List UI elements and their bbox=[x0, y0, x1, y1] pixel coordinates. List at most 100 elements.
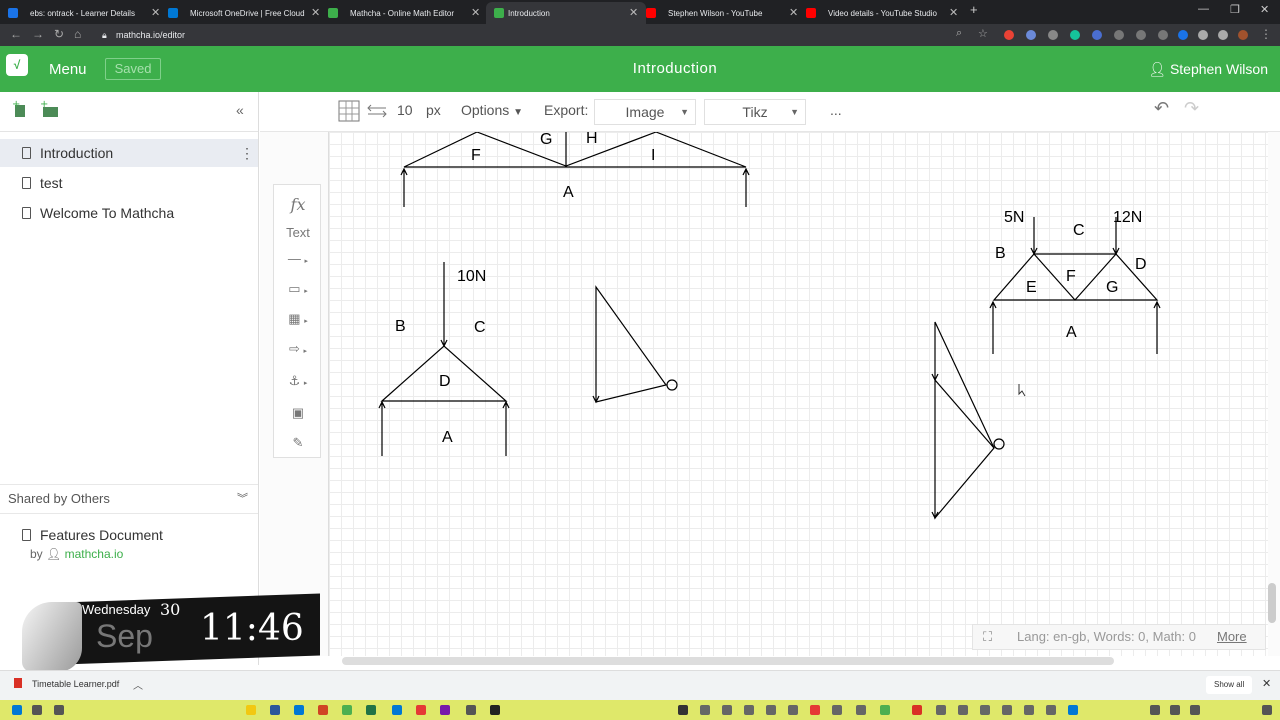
sidebar-item-welcome[interactable]: Welcome To Mathcha bbox=[0, 199, 258, 227]
download-filename[interactable]: Timetable Learner.pdf bbox=[32, 679, 119, 689]
tray-icon[interactable] bbox=[832, 705, 842, 715]
chevron-up-icon[interactable]: ︿ bbox=[133, 677, 143, 692]
search-icon[interactable] bbox=[32, 705, 42, 715]
tray-icon[interactable] bbox=[766, 705, 776, 715]
word-icon[interactable] bbox=[270, 705, 280, 715]
file-explorer-icon[interactable] bbox=[246, 705, 256, 715]
horizontal-scrollbar[interactable] bbox=[342, 657, 1114, 665]
profile-avatar[interactable] bbox=[1238, 30, 1248, 40]
tray-icon[interactable] bbox=[880, 705, 890, 715]
document-title[interactable]: Introduction bbox=[540, 60, 810, 77]
start-icon[interactable] bbox=[12, 705, 22, 715]
forward-icon[interactable]: → bbox=[32, 27, 44, 41]
tray-icon[interactable] bbox=[856, 705, 866, 715]
battery-icon[interactable] bbox=[1190, 705, 1200, 715]
tray-icon[interactable] bbox=[788, 705, 798, 715]
new-tab-button[interactable]: + bbox=[970, 2, 978, 17]
app-icon[interactable] bbox=[416, 705, 426, 715]
drawing-paper[interactable]: F G H I A 10N B C D A 5N 12N C B D F E G… bbox=[328, 132, 1268, 656]
sidebar-item-test[interactable]: test bbox=[0, 169, 258, 197]
shared-doc-features[interactable]: Features Document bbox=[0, 521, 258, 549]
rectangle-tool-icon[interactable]: ▭ ▸ bbox=[274, 281, 322, 297]
tray-icon[interactable] bbox=[810, 705, 820, 715]
grid-size-input[interactable]: 10 bbox=[397, 102, 413, 118]
close-tab-icon[interactable]: ✕ bbox=[471, 6, 480, 19]
menu-button[interactable]: Menu bbox=[49, 61, 87, 78]
close-download-bar-icon[interactable]: ✕ bbox=[1262, 677, 1271, 690]
export-tikz-select[interactable]: Tikz ▼ bbox=[704, 99, 806, 125]
onenote-icon[interactable] bbox=[440, 705, 450, 715]
tray-icon[interactable] bbox=[958, 705, 968, 715]
pencil-tool-icon[interactable]: ✎ bbox=[274, 435, 322, 451]
obs-icon[interactable] bbox=[490, 705, 500, 715]
bookmark-star-icon[interactable]: ☆ bbox=[978, 27, 988, 40]
zoom-icon[interactable]: ⌕ bbox=[956, 27, 962, 40]
collapse-sidebar-icon[interactable]: « bbox=[236, 102, 244, 118]
tray-icon[interactable] bbox=[744, 705, 754, 715]
more-status-link[interactable]: More bbox=[1217, 625, 1247, 649]
tray-icon[interactable] bbox=[912, 705, 922, 715]
volume-icon[interactable] bbox=[1170, 705, 1180, 715]
image-tool-icon[interactable]: ▣ bbox=[274, 405, 322, 421]
grid-toggle-icon[interactable] bbox=[338, 100, 360, 122]
new-document-icon[interactable]: + bbox=[12, 100, 30, 118]
undo-icon[interactable]: ↶ bbox=[1154, 98, 1169, 119]
fullscreen-icon[interactable]: ⛶ bbox=[983, 625, 992, 649]
browser-tab[interactable]: Stephen Wilson - YouTube ✕ bbox=[646, 2, 804, 24]
chevron-down-icon[interactable]: ︾ bbox=[237, 485, 248, 513]
extension-icon[interactable] bbox=[1136, 30, 1146, 40]
export-image-select[interactable]: Image ▼ bbox=[594, 99, 696, 125]
owner-link[interactable]: mathcha.io bbox=[65, 547, 124, 561]
extension-icon[interactable] bbox=[1158, 30, 1168, 40]
playlist-icon[interactable] bbox=[1218, 30, 1228, 40]
close-tab-icon[interactable]: ✕ bbox=[949, 6, 958, 19]
extension-icon[interactable] bbox=[1114, 30, 1124, 40]
browser-tab[interactable]: Microsoft OneDrive | Free Cloud ✕ bbox=[168, 2, 326, 24]
url-field[interactable]: 🔒︎ mathcha.io/editor bbox=[98, 26, 998, 44]
extensions-puzzle-icon[interactable] bbox=[1198, 30, 1208, 40]
excel-icon[interactable] bbox=[366, 705, 376, 715]
line-tool-icon[interactable]: — ▸ bbox=[274, 251, 322, 266]
tray-icon[interactable] bbox=[1024, 705, 1034, 715]
new-folder-icon[interactable]: + bbox=[40, 100, 60, 118]
edge-icon[interactable] bbox=[294, 705, 304, 715]
minimize-icon[interactable]: — bbox=[1198, 3, 1209, 15]
app-icon[interactable] bbox=[466, 705, 476, 715]
extension-icon[interactable] bbox=[1026, 30, 1036, 40]
close-window-icon[interactable]: ✕ bbox=[1260, 3, 1269, 16]
options-dropdown[interactable]: Options ▼ bbox=[461, 102, 523, 118]
tray-icon[interactable] bbox=[1002, 705, 1012, 715]
tray-icon[interactable] bbox=[678, 705, 688, 715]
shared-by-others-header[interactable]: Shared by Others ︾ bbox=[0, 484, 258, 514]
more-vertical-icon[interactable]: ⋮ bbox=[240, 139, 254, 167]
saved-button[interactable]: Saved bbox=[105, 58, 161, 80]
tray-icon[interactable] bbox=[700, 705, 710, 715]
extension-icon[interactable] bbox=[1092, 30, 1102, 40]
close-tab-icon[interactable]: ✕ bbox=[151, 6, 160, 19]
outlook-icon[interactable] bbox=[392, 705, 402, 715]
extension-icon[interactable] bbox=[1178, 30, 1188, 40]
browser-tab[interactable]: Mathcha - Online Math Editor ✕ bbox=[328, 2, 486, 24]
show-all-button[interactable]: Show all bbox=[1206, 676, 1253, 694]
grammarly-icon[interactable] bbox=[1070, 30, 1080, 40]
browser-tab[interactable]: Video details - YouTube Studio ✕ bbox=[806, 2, 964, 24]
mathcha-logo-icon[interactable]: √ bbox=[6, 54, 28, 76]
truss-drawing[interactable]: F G H I A 10N B C D A 5N 12N C B D F E G… bbox=[329, 132, 1269, 656]
close-tab-icon[interactable]: ✕ bbox=[311, 6, 320, 19]
text-tool-button[interactable]: Text bbox=[274, 225, 322, 240]
grid-tool-icon[interactable]: ▦ ▸ bbox=[274, 311, 322, 327]
reload-icon[interactable]: ↻ bbox=[54, 27, 64, 41]
formula-tool-button[interactable]: fx bbox=[274, 195, 322, 214]
powerpoint-icon[interactable] bbox=[318, 705, 328, 715]
close-tab-icon[interactable]: ✕ bbox=[789, 6, 798, 19]
sidebar-item-introduction[interactable]: Introduction ⋮ bbox=[0, 139, 258, 167]
home-icon[interactable]: ⌂ bbox=[74, 27, 81, 41]
tray-icon[interactable] bbox=[1046, 705, 1056, 715]
tray-icon[interactable] bbox=[722, 705, 732, 715]
notifications-icon[interactable] bbox=[1262, 705, 1272, 715]
redo-icon[interactable]: ↷ bbox=[1184, 98, 1199, 119]
extension-icon[interactable] bbox=[1004, 30, 1014, 40]
bluetooth-icon[interactable] bbox=[1068, 705, 1078, 715]
editor-canvas[interactable]: F G H I A 10N B C D A 5N 12N C B D F E G… bbox=[260, 132, 1280, 656]
task-view-icon[interactable] bbox=[54, 705, 64, 715]
